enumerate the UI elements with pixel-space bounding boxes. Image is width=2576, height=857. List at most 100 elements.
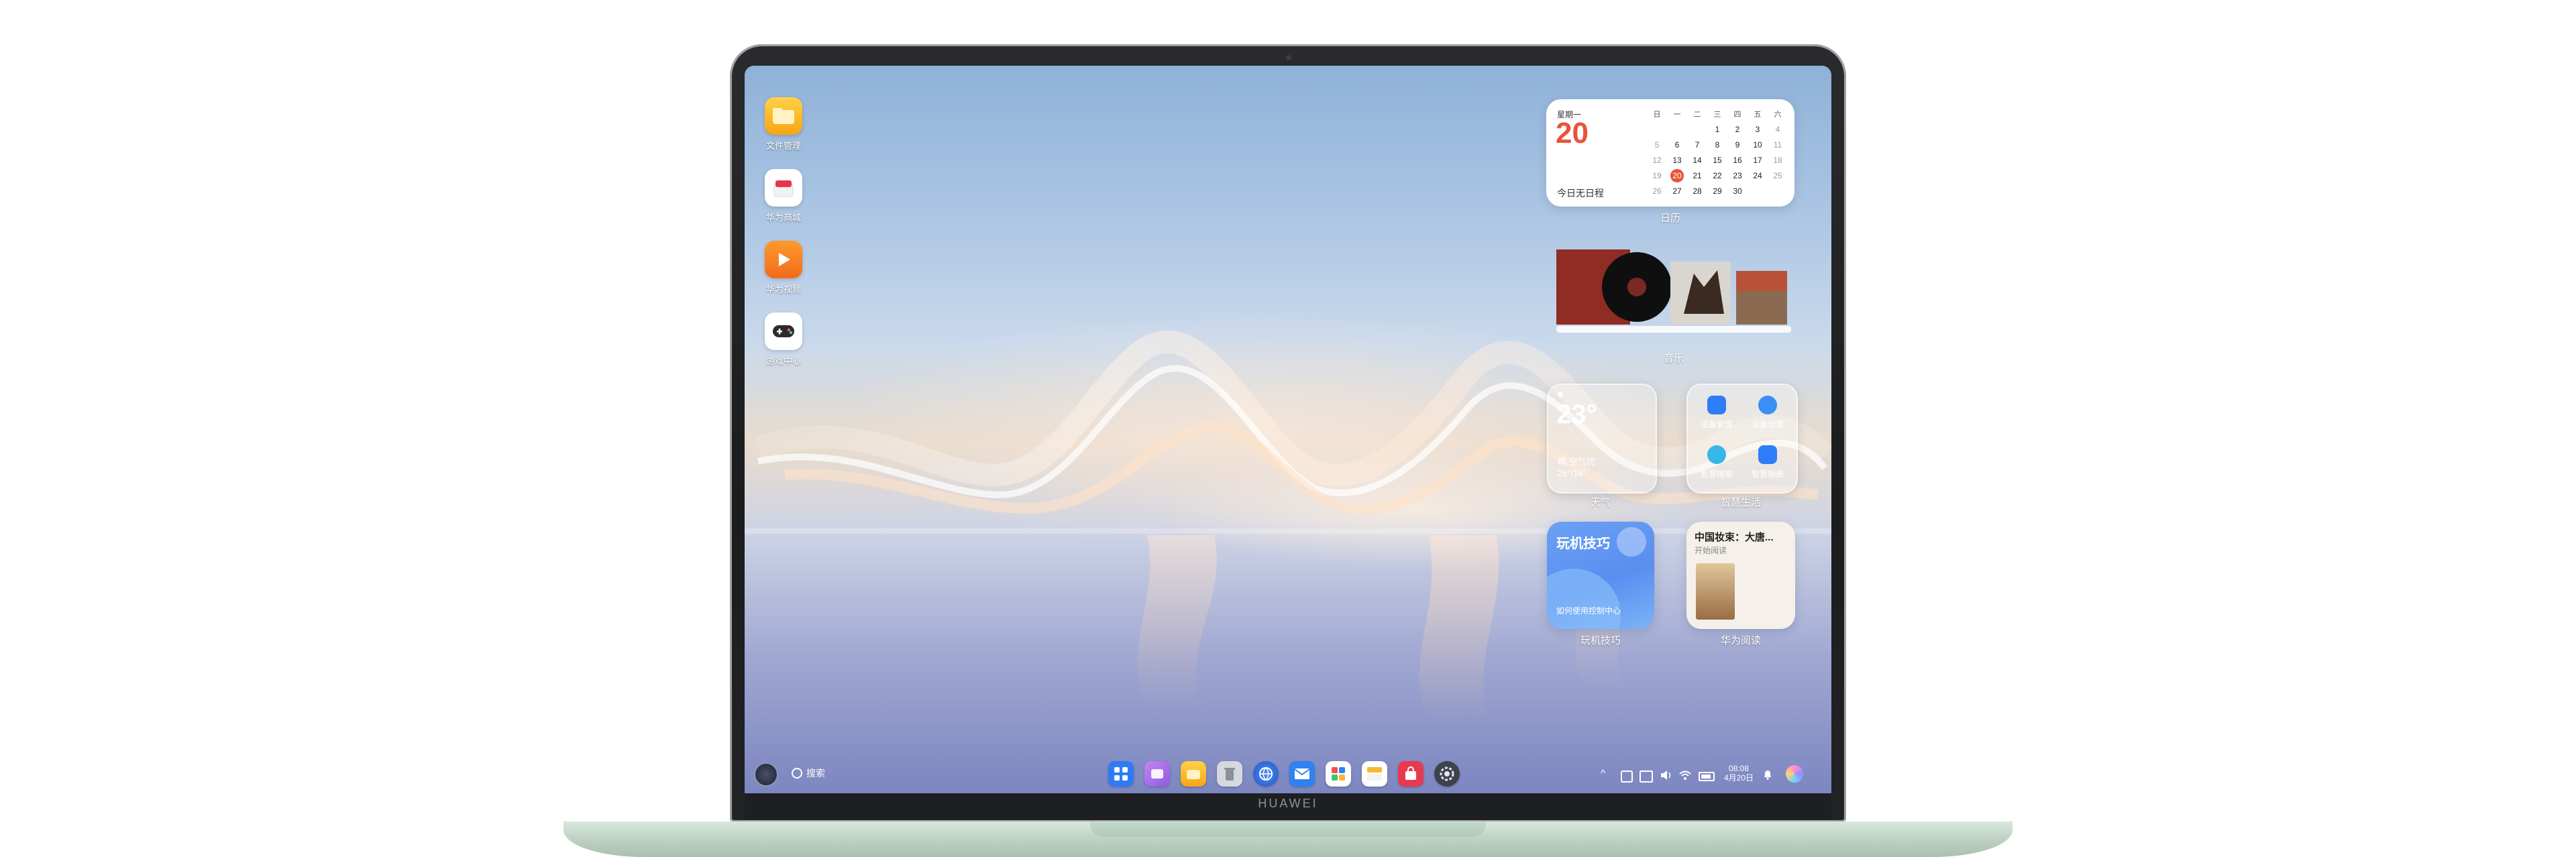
album-art-stack [1556,249,1791,333]
calendar-date[interactable]: 18 [1768,156,1788,165]
weather-description: 晴 空气优 [1558,457,1595,467]
calendar-date[interactable]: 27 [1667,186,1687,196]
calendar-date[interactable]: 29 [1707,186,1727,196]
calendar-date[interactable]: 17 [1748,156,1768,165]
decorative-bubble [1547,569,1621,629]
search-icon [1707,445,1726,464]
brand-logo: HUAWEI [1258,797,1318,810]
pc-manager-icon[interactable] [1621,770,1633,783]
calendar-date[interactable]: 11 [1768,140,1788,150]
calendar-header-cell: 五 [1754,110,1762,119]
calendar-date[interactable]: 23 [1727,171,1748,180]
dock-app-grid[interactable] [1108,761,1134,787]
dock-gallery[interactable] [1144,761,1170,787]
calendar-date[interactable]: 14 [1687,156,1707,165]
start-menu-button[interactable] [754,762,778,787]
clock[interactable]: 08:08 4月20日 [1724,764,1754,783]
calendar-date[interactable]: 24 [1748,171,1768,180]
calendar-date[interactable]: 12 [1647,156,1667,165]
assistant-icon[interactable] [1786,765,1803,783]
desktop-icon-huawei-video[interactable]: 华为视频 [755,241,812,295]
smart-life-widget[interactable]: 设备管理 设备位置 智慧搜索 智慧相册 [1686,384,1798,494]
desktop-icon-game-center[interactable]: 游戏中心 [755,312,812,367]
weather-temperature: 23° [1556,400,1597,429]
desktop-icon-label: 华为视频 [765,284,801,294]
desktop-icon-huawei-store[interactable]: 华为商城 [755,169,812,223]
calendar-widget[interactable]: 星期一 20 今日无日程 日 一 二 三 四 五 六 1 2 3 4 5 6 7… [1546,99,1794,207]
calendar-date[interactable]: 4 [1768,125,1788,134]
mail-icon [1294,768,1310,779]
calendar-date[interactable]: 9 [1727,140,1748,150]
desktop-screen: 文件管理 华为商城 华为视频 游戏中心 星期一 20 今日无日程 日 一 二 三… [745,66,1831,793]
dock-files[interactable] [1181,761,1206,787]
smart-life-item-label: 设备管理 [1700,420,1733,429]
lid-opening-notch [1090,822,1486,837]
calendar-date[interactable]: 1 [1707,125,1727,134]
music-widget[interactable] [1556,247,1791,341]
dock-browser[interactable] [1253,761,1279,787]
tips-widget-label: 玩机技巧 [1580,635,1621,646]
smart-life-item[interactable]: 设备位置 [1746,396,1790,430]
calendar-schedule-note: 今日无日程 [1557,188,1604,198]
calendar-month-grid: 日 一 二 三 四 五 六 1 2 3 4 5 6 7 8 9 10 11 12… [1647,106,1789,198]
location-dot-icon [1558,392,1563,397]
reader-widget[interactable]: 中国妆束：大唐... 开始阅读 [1686,522,1795,629]
calendar-date[interactable]: 28 [1687,186,1707,196]
dock-settings[interactable] [1434,761,1460,787]
calendar-date[interactable]: 7 [1687,140,1707,150]
dock-recycle-bin[interactable] [1217,761,1242,787]
desktop-icon-file-manager[interactable]: 文件管理 [755,97,812,152]
bag-icon [1405,766,1416,780]
calendar-week-row: 1 2 3 4 [1647,121,1789,137]
chevron-up-icon[interactable]: ^ [1601,768,1605,779]
desktop-icon-label: 华为商城 [765,213,801,223]
today-marker: 20 [1670,168,1684,182]
weather-widget[interactable]: 23° 晴 空气优 26°/16° [1547,384,1657,494]
smart-life-item-label: 设备位置 [1751,420,1784,429]
calendar-week-row: 26 27 28 29 30 [1647,183,1789,198]
calendar-date[interactable]: 13 [1667,156,1687,165]
search-button[interactable]: 搜索 [792,766,825,780]
calendar-date[interactable]: 19 [1647,171,1667,180]
gallery-icon [1151,769,1163,779]
calendar-date[interactable]: 5 [1647,140,1667,150]
calendar-date[interactable]: 15 [1707,156,1727,165]
book-cover [1696,563,1735,620]
dock-mall[interactable] [1398,761,1424,787]
calendar-header-cell: 日 [1653,110,1661,119]
calendar-widget-label: 日历 [1660,213,1680,224]
battery-level [1701,775,1711,779]
dock-notes[interactable] [1362,761,1387,787]
calendar-date[interactable]: 25 [1768,171,1788,180]
volume-icon[interactable] [1660,769,1673,781]
dock-mail[interactable] [1289,761,1315,787]
calendar-date[interactable]: 22 [1707,171,1727,180]
smart-life-item[interactable]: 设备管理 [1695,396,1739,430]
smart-life-item[interactable]: 智慧搜索 [1695,445,1739,479]
calendar-header-cell: 四 [1733,110,1741,119]
calendar-date[interactable]: 3 [1748,125,1768,134]
calendar-date[interactable]: 21 [1687,171,1707,180]
photo-album-icon [1758,445,1777,464]
notification-bell-icon[interactable] [1763,769,1772,780]
calendar-header-cell: 六 [1774,110,1782,119]
calendar-date[interactable]: 16 [1727,156,1748,165]
smart-life-item[interactable]: 智慧相册 [1746,445,1790,479]
calendar-date-today[interactable]: 20 [1667,168,1687,182]
calendar-date[interactable]: 6 [1667,140,1687,150]
calendar-date[interactable]: 2 [1727,125,1748,134]
wifi-icon[interactable] [1678,769,1692,781]
calendar-date[interactable]: 10 [1748,140,1768,150]
calendar-week-row: 19 20 21 22 23 24 25 [1647,168,1789,183]
settings-icon [1440,766,1454,781]
calendar-date[interactable]: 8 [1707,140,1727,150]
trash-icon [1224,768,1235,781]
dock-app-store[interactable] [1326,761,1351,787]
calendar-date[interactable]: 26 [1647,186,1667,196]
smart-life-item-label: 智慧相册 [1751,469,1784,479]
calendar-date[interactable]: 30 [1727,186,1748,196]
tips-widget[interactable]: 玩机技巧 如何使用控制中心 [1547,522,1654,629]
battery-icon[interactable] [1699,772,1715,781]
screenshot-icon[interactable] [1640,770,1653,783]
calendar-header-cell: 一 [1673,110,1681,119]
